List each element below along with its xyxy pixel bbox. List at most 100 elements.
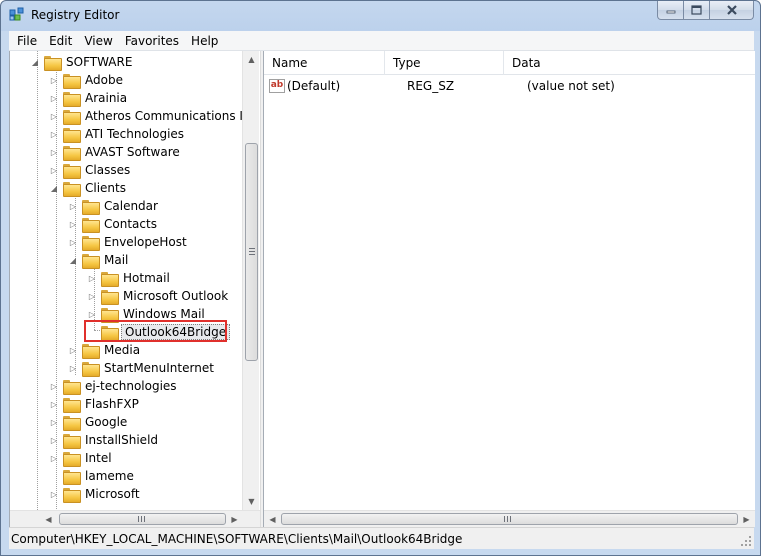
tree-node-label: Google <box>85 415 128 429</box>
tree-node-google[interactable]: ▷ Google <box>49 413 129 431</box>
menu-view[interactable]: View <box>78 34 118 48</box>
scroll-right-arrow-icon[interactable]: ▶ <box>226 511 243 527</box>
expand-arrow-icon[interactable]: ▷ <box>87 273 97 283</box>
expand-arrow-icon[interactable]: ▷ <box>49 417 59 427</box>
expand-arrow-icon[interactable]: ▷ <box>49 147 59 157</box>
scroll-left-arrow-icon[interactable]: ◀ <box>40 511 57 527</box>
folder-icon <box>82 235 100 251</box>
tree-node-microsoft-outlook[interactable]: ▷ Microsoft Outlook <box>87 287 230 305</box>
tree-node-avast[interactable]: ▷ AVAST Software <box>49 143 182 161</box>
scroll-up-arrow-icon[interactable]: ▲ <box>243 51 260 68</box>
expand-arrow-icon[interactable]: ▷ <box>68 363 78 373</box>
tree-node-calendar[interactable]: ▷ Calendar <box>68 197 160 215</box>
expand-arrow-icon[interactable]: ▷ <box>49 75 59 85</box>
menu-file[interactable]: File <box>11 34 43 48</box>
menu-favorites[interactable]: Favorites <box>119 34 185 48</box>
tree-node-label: Clients <box>85 181 126 195</box>
tree-node-label: ej-technologies <box>85 379 177 393</box>
collapse-arrow-icon[interactable]: ◢ <box>49 183 59 193</box>
expand-arrow-icon[interactable]: ▷ <box>49 381 59 391</box>
status-bar: Computer\HKEY_LOCAL_MACHINE\SOFTWARE\Cli… <box>9 527 754 549</box>
tree-node-label: Windows Mail <box>123 307 205 321</box>
folder-icon <box>101 289 119 305</box>
tree-node-ej-technologies[interactable]: ▷ ej-technologies <box>49 377 179 395</box>
expand-arrow-icon[interactable]: ▷ <box>49 399 59 409</box>
folder-open-icon <box>44 55 62 71</box>
selection-highlight-box <box>84 320 227 342</box>
tree-node-classes[interactable]: ▷ Classes <box>49 161 132 179</box>
tree-node-label: StartMenuInternet <box>104 361 214 375</box>
tree-node-intel[interactable]: ▷ Intel <box>49 449 114 467</box>
tree-node-ati[interactable]: ▷ ATI Technologies <box>49 125 186 143</box>
scroll-thumb[interactable] <box>245 143 258 361</box>
expand-arrow-icon[interactable]: ▷ <box>49 435 59 445</box>
tree-node-software[interactable]: ◢ SOFTWARE <box>30 53 134 71</box>
folder-icon <box>82 343 100 359</box>
expand-arrow-icon[interactable]: ▷ <box>68 201 78 211</box>
tree-node-media[interactable]: ▷ Media <box>68 341 142 359</box>
tree-node-microsoft[interactable]: ▷ Microsoft <box>49 485 142 503</box>
grip-line <box>141 516 142 522</box>
tree-node-clients[interactable]: ◢ Clients <box>49 179 128 197</box>
expand-arrow-icon[interactable]: ▷ <box>68 237 78 247</box>
close-icon <box>726 5 737 15</box>
title-bar[interactable]: Registry Editor <box>1 1 760 31</box>
value-row[interactable]: ab (Default) REG_SZ (value not set) <box>264 77 615 95</box>
grip-line <box>144 516 145 522</box>
tree-node-mail[interactable]: ◢ Mail <box>68 251 130 269</box>
folder-icon <box>101 271 119 287</box>
folder-icon <box>82 361 100 377</box>
key-tree-pane[interactable]: ◢ SOFTWARE ▷ Adobe ▷ Arainia ▷ Atheros C… <box>10 51 260 527</box>
tree-node-envelopehost[interactable]: ▷ EnvelopeHost <box>68 233 189 251</box>
expand-arrow-icon[interactable]: ▷ <box>49 111 59 121</box>
scroll-right-arrow-icon[interactable]: ▶ <box>738 511 755 527</box>
column-header-name[interactable]: Name <box>264 51 385 75</box>
tree-horizontal-scrollbar[interactable]: ◀ ▶ <box>10 510 260 527</box>
tree-node-label: InstallShield <box>85 433 159 447</box>
expand-arrow-icon[interactable]: ▷ <box>49 489 59 499</box>
tree-node-label: Intel <box>85 451 112 465</box>
scroll-thumb[interactable] <box>281 513 738 525</box>
grip-line <box>249 254 255 255</box>
tree-node-lameme[interactable]: lameme <box>63 467 136 485</box>
resize-grip-icon[interactable] <box>740 535 752 547</box>
expand-arrow-icon[interactable]: ▷ <box>49 165 59 175</box>
close-button[interactable] <box>710 1 754 20</box>
value-type: REG_SZ <box>407 79 455 93</box>
grip-line <box>249 251 255 252</box>
maximize-button[interactable] <box>684 1 710 20</box>
expand-arrow-icon[interactable]: ▷ <box>68 345 78 355</box>
menu-edit[interactable]: Edit <box>43 34 78 48</box>
tree-node-atheros[interactable]: ▷ Atheros Communications Inc <box>49 107 259 125</box>
expand-arrow-icon[interactable]: ▷ <box>49 453 59 463</box>
tree-node-adobe[interactable]: ▷ Adobe <box>49 71 125 89</box>
expand-arrow-icon[interactable]: ▷ <box>68 219 78 229</box>
tree-node-startmenuinternet[interactable]: ▷ StartMenuInternet <box>68 359 216 377</box>
collapse-arrow-icon[interactable]: ◢ <box>30 57 40 67</box>
list-header: Name Type Data <box>264 51 755 75</box>
scroll-thumb[interactable] <box>59 513 226 525</box>
list-horizontal-scrollbar[interactable]: ◀ ▶ <box>264 510 755 527</box>
expand-arrow-icon[interactable]: ▷ <box>49 129 59 139</box>
tree-node-label: Media <box>104 343 141 357</box>
collapse-arrow-icon[interactable]: ◢ <box>68 255 78 265</box>
folder-open-icon <box>63 181 81 197</box>
tree-node-flashfxp[interactable]: ▷ FlashFXP <box>49 395 141 413</box>
maximize-icon <box>691 5 702 15</box>
menu-help[interactable]: Help <box>185 34 224 48</box>
expand-arrow-icon[interactable]: ▷ <box>87 309 97 319</box>
column-header-data[interactable]: Data <box>504 51 755 75</box>
column-header-type[interactable]: Type <box>385 51 504 75</box>
expand-arrow-icon[interactable]: ▷ <box>49 93 59 103</box>
minimize-button[interactable] <box>657 1 684 20</box>
tree-node-arainia[interactable]: ▷ Arainia <box>49 89 129 107</box>
expand-arrow-icon[interactable]: ▷ <box>87 291 97 301</box>
tree-node-hotmail[interactable]: ▷ Hotmail <box>87 269 172 287</box>
scroll-down-arrow-icon[interactable]: ▼ <box>243 493 260 510</box>
values-list-pane[interactable]: Name Type Data ab (Default) REG_SZ (valu… <box>264 51 755 527</box>
tree-node-installshield[interactable]: ▷ InstallShield <box>49 431 160 449</box>
tree-vertical-scrollbar[interactable]: ▲ ▼ <box>242 51 259 510</box>
tree-node-contacts[interactable]: ▷ Contacts <box>68 215 159 233</box>
scroll-left-arrow-icon[interactable]: ◀ <box>264 511 281 527</box>
folder-icon <box>82 199 100 215</box>
